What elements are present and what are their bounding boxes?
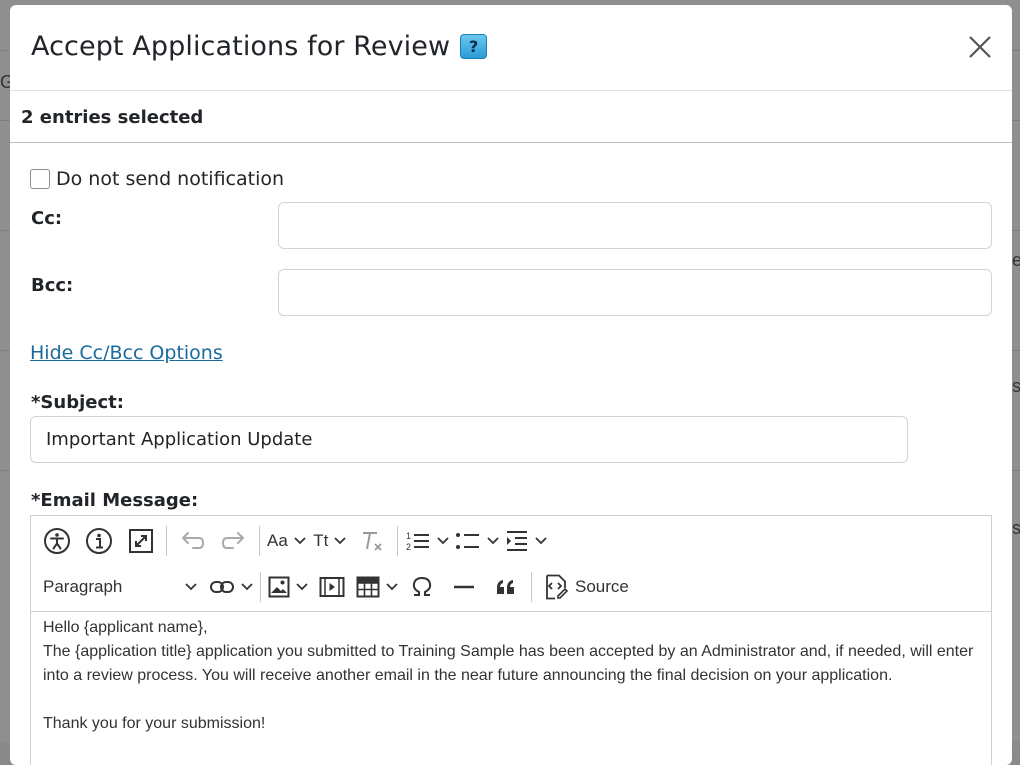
do-not-send-row[interactable]: Do not send notification [30,168,284,190]
bg-text-fragment: e [1012,250,1020,270]
subject-label: *Subject: [31,392,124,413]
numbered-list-dropdown[interactable]: 1 2 [405,523,449,559]
hide-cc-bcc-link[interactable]: Hide Cc/Bcc Options [30,342,223,364]
svg-text:2: 2 [406,542,411,552]
info-button[interactable] [81,523,117,559]
redo-button[interactable] [216,523,252,559]
bcc-input[interactable] [278,269,992,316]
chevron-down-icon [241,583,253,591]
special-characters-button[interactable] [404,569,440,605]
toolbar-row-1: Aa Tt 1 2 [31,518,991,564]
accessibility-icon [44,528,70,554]
modal-header: Accept Applications for Review ? [10,5,1012,91]
bg-text-fragment: s [1012,376,1020,396]
message-body: The {application title} application you … [43,643,974,684]
block-quote-button[interactable] [488,569,524,605]
horizontal-line-button[interactable] [446,569,482,605]
info-icon [86,528,112,554]
link-dropdown[interactable] [209,569,253,605]
font-family-label: Aa [267,531,288,550]
toolbar-separator [396,526,398,556]
chevron-down-icon [386,583,398,591]
redo-icon [221,532,244,549]
font-size-dropdown[interactable]: Tt [312,523,348,559]
font-size-label: Tt [313,531,329,550]
svg-text:1: 1 [406,531,411,541]
image-icon [268,576,290,598]
help-icon[interactable]: ? [460,34,488,59]
table-icon [356,576,380,598]
rich-text-editor: Aa Tt 1 2 Paragraph Source Hello {applic… [30,515,992,765]
media-embed-icon [319,577,345,597]
image-dropdown[interactable] [268,569,308,605]
message-closing: Thank you for your submission! [43,715,266,732]
table-dropdown[interactable] [356,569,398,605]
close-button[interactable] [966,33,994,61]
bg-text-fragment: s [1012,518,1020,538]
indent-dropdown[interactable] [505,523,547,559]
chevron-down-icon [296,583,308,591]
quote-icon [497,580,514,594]
link-icon [210,581,234,593]
editor-toolbar: Aa Tt 1 2 Paragraph Source [31,516,991,612]
source-code-icon [546,574,569,600]
selected-count-text: 2 entries selected [21,107,204,128]
toolbar-row-2: Paragraph Source [31,564,991,610]
media-embed-button[interactable] [314,569,350,605]
do-not-send-label: Do not send notification [56,168,285,190]
omega-icon [412,576,432,596]
chevron-down-icon [487,537,499,545]
cc-label: Cc: [31,208,63,229]
chevron-down-icon [535,537,547,545]
toolbar-separator [259,526,260,556]
undo-icon [182,532,205,549]
toolbar-separator [260,572,261,602]
fullscreen-icon [129,529,153,553]
font-family-dropdown[interactable]: Aa [267,523,306,559]
accessibility-button[interactable] [39,523,75,559]
chevron-down-icon [294,537,306,545]
heading-dropdown[interactable]: Paragraph [37,569,203,605]
bulleted-list-icon [455,533,479,549]
source-label: Source [575,577,629,596]
remove-format-icon [362,532,382,551]
undo-button[interactable] [174,523,210,559]
chevron-down-icon [437,537,449,545]
toolbar-separator [531,572,532,602]
do-not-send-checkbox[interactable] [30,169,50,189]
bulleted-list-dropdown[interactable] [455,523,499,559]
heading-select-value: Paragraph [43,577,123,596]
close-icon [969,36,991,58]
editor-content-area[interactable]: Hello {applicant name}, The {application… [31,612,991,740]
source-button[interactable]: Source [539,569,633,605]
message-greeting: Hello {applicant name}, [43,619,208,636]
numbered-list-icon: 1 2 [406,531,429,552]
modal-title-text: Accept Applications for Review [31,31,451,62]
accept-applications-modal: Accept Applications for Review ? 2 entri… [10,5,1012,765]
indent-icon [506,531,527,551]
horizontal-line-icon [454,585,474,589]
bcc-label: Bcc: [31,275,74,296]
cc-input[interactable] [278,202,992,249]
email-message-label: *Email Message: [31,490,199,511]
fullscreen-button[interactable] [123,523,159,559]
remove-format-button[interactable] [354,523,390,559]
subject-input[interactable] [30,416,908,463]
modal-title: Accept Applications for Review ? [31,31,488,62]
selection-summary: 2 entries selected [10,91,1012,143]
chevron-down-icon [334,537,346,545]
toolbar-separator [166,526,167,556]
chevron-down-icon [185,583,197,591]
